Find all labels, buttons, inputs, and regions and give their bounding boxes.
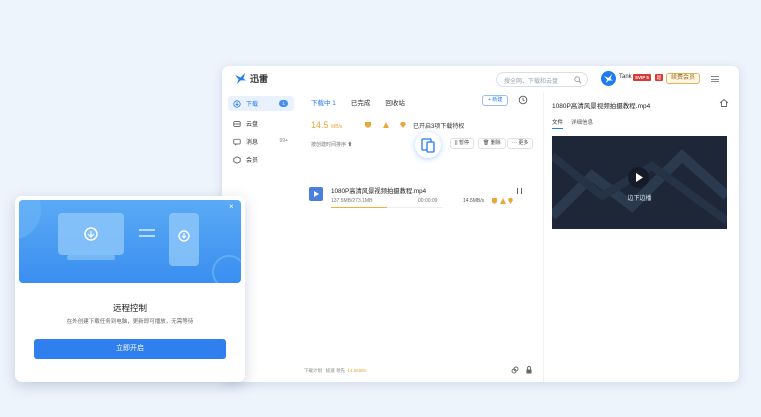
sidebar-item-label: 会员 — [246, 158, 259, 164]
speed-privilege-icon — [365, 122, 371, 128]
play-icon — [636, 173, 643, 182]
app-logo: 迅雷 — [234, 72, 268, 85]
sidebar-item-label: 云盘 — [246, 122, 259, 128]
sidebar-item-vip[interactable]: 会员 — [228, 152, 294, 167]
task-privilege-icons — [492, 198, 513, 204]
detail-title: 1080P高清风景视频拍摄教程.mp4 — [552, 103, 651, 110]
sidebar-item-label: 消息 — [246, 140, 259, 146]
popup-title: 远程控制 — [112, 303, 147, 313]
status-footer: 下载计划 极速 领先 14.5MB/s — [302, 366, 543, 378]
message-icon — [233, 138, 241, 145]
task-remaining-time: 00:00:09 — [418, 198, 438, 204]
home-icon[interactable] — [719, 98, 729, 108]
task-pause-icon[interactable] — [517, 188, 522, 194]
more-button[interactable]: ··· 更多 — [507, 138, 534, 149]
vip-icon — [233, 155, 241, 164]
tab-recycle[interactable]: 回收站 — [385, 97, 405, 107]
delete-button[interactable]: 🗑 删除 — [478, 138, 506, 149]
devices-icon — [421, 138, 435, 153]
popup-description: 在外创建下载任务到电脑，更新即可播放，无需等待 — [66, 319, 194, 325]
diamond-privilege-icon — [400, 122, 406, 128]
speed-unit: MB/s — [331, 124, 343, 130]
popup-banner — [19, 200, 241, 283]
close-icon[interactable]: × — [229, 202, 234, 211]
remote-device-button[interactable] — [415, 132, 441, 158]
speed-label: 极速 领先 — [325, 368, 346, 373]
tab-completed[interactable]: 已完成 — [351, 97, 371, 107]
download-icon — [233, 99, 241, 108]
download-tabs: 下载中 1 已完成 回收站 — [311, 97, 405, 107]
cloud-icon — [233, 120, 241, 127]
renew-vip-button[interactable]: 续费会员 — [666, 73, 701, 84]
download-count-badge: 1 — [279, 100, 288, 107]
main-window: 迅雷 搜全网、下载和云盘 Tank SVIP 5 超 续费会员 下载 1 云盘 … — [222, 66, 739, 382]
search-input[interactable]: 搜全网、下载和云盘 — [496, 72, 588, 87]
tab-downloading[interactable]: 下载中 1 — [311, 97, 336, 107]
history-icon[interactable] — [518, 95, 528, 105]
play-button[interactable] — [628, 167, 649, 188]
sidebar-item-cloud[interactable]: 云盘 — [228, 116, 294, 131]
remote-illustration — [19, 200, 241, 283]
lock-icon[interactable] — [525, 366, 533, 374]
download-pane: 下载中 1 已完成 回收站 + 新建 14.5 MB/s 已开启3项下载特权 按… — [302, 92, 543, 382]
search-icon[interactable] — [574, 76, 582, 84]
video-file-icon — [309, 187, 323, 201]
remote-control-popup: × 远程控制 在外创建下载任务到电脑，更新即可播放，无需等待 立即开启 — [15, 196, 245, 382]
message-count: 99+ — [279, 138, 288, 144]
task-size: 137.5MB/273.1MB — [331, 198, 373, 204]
total-speed: 14.5 MB/s — [311, 120, 342, 130]
avatar-bird-icon — [604, 74, 613, 83]
link-icon[interactable] — [511, 366, 519, 374]
menu-icon[interactable] — [711, 76, 719, 82]
footer-info: 下载计划 极速 领先 14.5MB/s — [304, 368, 367, 374]
svip-badge: SVIP 5 — [633, 74, 651, 81]
task-speed: 14.5MB/s — [463, 198, 485, 204]
accelerate-privilege-icon — [383, 122, 389, 128]
stream-while-download-label: 边下边播 — [627, 196, 652, 202]
download-plan-link[interactable]: 下载计划 — [304, 368, 322, 373]
app-title: 迅雷 — [250, 74, 269, 84]
tab-file[interactable]: 文件 — [552, 118, 564, 129]
detail-tabs: 文件 详细信息 — [552, 118, 593, 129]
sort-dropdown[interactable]: 按创建时间排序 ⬆ — [311, 141, 352, 148]
sidebar-item-messages[interactable]: 消息 99+ — [228, 134, 294, 149]
task-filename: 1080P高清风景视频拍摄教程.mp4 — [331, 188, 427, 195]
title-bar: 迅雷 搜全网、下载和云盘 Tank SVIP 5 超 续费会员 — [222, 66, 739, 92]
privilege-text: 已开启3项下载特权 — [413, 124, 465, 130]
search-placeholder: 搜全网、下载和云盘 — [504, 79, 559, 85]
super-badge: 超 — [655, 74, 663, 81]
pause-button[interactable]: || 暂停 — [450, 138, 474, 149]
detail-pane: 1080P高清风景视频拍摄教程.mp4 文件 详细信息 边下边播 — [544, 92, 739, 382]
download-task-row[interactable]: 1080P高清风景视频拍摄教程.mp4 137.5MB/273.1MB 00:0… — [309, 184, 524, 214]
thunder-bird-icon — [234, 72, 247, 85]
footer-speed: 14.5MB/s — [347, 368, 367, 373]
task-progress-bar — [331, 207, 443, 208]
tab-details[interactable]: 详细信息 — [571, 118, 593, 129]
video-player[interactable]: 边下边播 — [552, 136, 727, 229]
new-task-button[interactable]: + 新建 — [482, 95, 509, 106]
username[interactable]: Tank — [619, 74, 632, 80]
sidebar-item-download[interactable]: 下载 1 — [228, 96, 294, 111]
avatar[interactable] — [601, 71, 616, 86]
sidebar-item-label: 下载 — [246, 102, 259, 108]
speed-value: 14.5 — [311, 120, 329, 130]
enable-now-button[interactable]: 立即开启 — [34, 339, 226, 359]
task-progress-fill — [331, 207, 387, 208]
